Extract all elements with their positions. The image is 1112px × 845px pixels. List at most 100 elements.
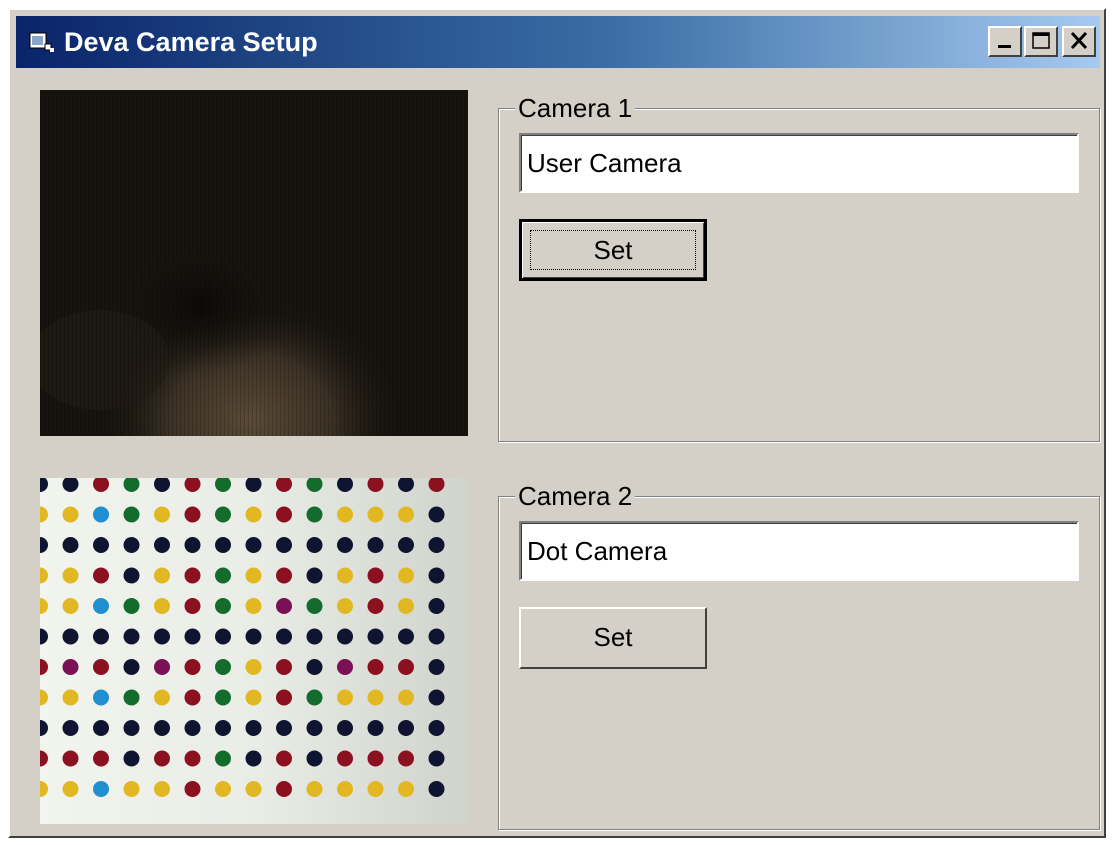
grid-dot — [276, 628, 292, 645]
grid-dot — [245, 781, 262, 797]
grid-dot — [184, 689, 201, 706]
grid-dot — [215, 720, 231, 736]
close-button[interactable] — [1062, 26, 1096, 57]
grid-dot — [337, 537, 353, 553]
grid-dot — [93, 659, 109, 675]
grid-dot — [184, 781, 201, 797]
grid-dot — [123, 628, 140, 645]
grid-dot — [215, 628, 231, 645]
grid-dot — [215, 506, 231, 523]
grid-dot — [62, 628, 79, 645]
grid-dot — [215, 598, 231, 614]
grid-dot — [215, 659, 231, 675]
grid-dot — [337, 720, 353, 736]
grid-dot — [398, 506, 414, 523]
camera-1-name-field[interactable] — [519, 133, 1079, 193]
grid-dot — [428, 659, 445, 675]
grid-dot — [428, 720, 445, 736]
grid-dot — [398, 689, 414, 706]
grid-dot — [398, 598, 414, 614]
grid-dot — [123, 720, 140, 736]
grid-dot — [306, 689, 323, 706]
grid-dot — [306, 506, 323, 523]
grid-dot — [398, 628, 414, 645]
grid-dot — [93, 781, 109, 797]
grid-dot — [428, 628, 445, 645]
grid-dot — [154, 628, 170, 645]
grid-dot — [245, 598, 262, 614]
grid-dot — [367, 628, 384, 645]
colored-dot-grid-frame — [40, 478, 468, 824]
grid-dot — [215, 537, 231, 553]
grid-dot — [306, 781, 323, 797]
grid-dot — [367, 567, 384, 584]
grid-dot — [398, 781, 414, 797]
grid-dot — [154, 689, 170, 706]
grid-dot — [337, 659, 353, 675]
grid-dot — [306, 628, 323, 645]
grid-dot — [123, 537, 140, 553]
grid-dot — [428, 750, 445, 767]
grid-dot — [154, 598, 170, 614]
grid-dot — [93, 689, 109, 706]
grid-dot — [123, 781, 140, 797]
grid-dot — [93, 750, 109, 767]
grid-dot — [123, 689, 140, 706]
grid-dot — [428, 781, 445, 797]
grid-dot — [337, 750, 353, 767]
grid-dot — [306, 750, 323, 767]
grid-dot — [154, 781, 170, 797]
camera-app-icon[interactable] — [28, 30, 56, 54]
grid-dot — [123, 659, 140, 675]
set-button-label: Set — [593, 235, 633, 265]
grid-dot — [123, 567, 140, 584]
grid-dot — [184, 506, 201, 523]
grid-dot — [245, 506, 262, 523]
grid-dot — [428, 598, 445, 614]
grid-dot — [245, 537, 262, 553]
grid-dot — [93, 720, 109, 736]
grid-dot — [306, 720, 323, 736]
camera-2-name-field[interactable] — [519, 521, 1079, 581]
grid-dot — [245, 628, 262, 645]
camera-1-set-button[interactable]: Set — [519, 219, 707, 281]
grid-dot — [154, 567, 170, 584]
grid-dot — [245, 750, 262, 767]
maximize-button[interactable] — [1024, 26, 1058, 57]
grid-dot — [62, 537, 79, 553]
grid-dot — [367, 689, 384, 706]
grid-dot — [367, 537, 384, 553]
camera-2-set-button[interactable]: Set — [519, 607, 707, 669]
camera-2-preview — [40, 478, 468, 824]
grid-dot — [428, 506, 445, 523]
grid-dot — [367, 659, 384, 675]
grid-dot — [276, 598, 292, 614]
grid-dot — [276, 659, 292, 675]
grid-dot — [93, 598, 109, 614]
grid-dot — [398, 659, 414, 675]
grid-dot — [398, 720, 414, 736]
grid-dot — [123, 506, 140, 523]
camera-2-group: Camera 2 Set — [498, 480, 1100, 830]
grid-dot — [306, 659, 323, 675]
grid-dot — [93, 628, 109, 645]
minimize-button[interactable] — [988, 26, 1022, 57]
camera-1-preview — [40, 90, 468, 436]
grid-dot — [306, 567, 323, 584]
grid-dot — [367, 781, 384, 797]
grid-dot — [123, 598, 140, 614]
grid-dot — [245, 567, 262, 584]
grid-dot — [276, 506, 292, 523]
grid-dot — [62, 567, 79, 584]
close-icon — [1070, 31, 1088, 50]
grid-dot — [337, 628, 353, 645]
camera-1-label: Camera 1 — [515, 92, 636, 124]
grid-dot — [62, 598, 79, 614]
grid-dot — [306, 537, 323, 553]
grid-dot — [337, 598, 353, 614]
grid-dot — [306, 598, 323, 614]
grid-dot — [337, 689, 353, 706]
title-bar[interactable]: Deva Camera Setup — [16, 16, 1100, 68]
grid-dot — [367, 750, 384, 767]
grid-dot — [367, 506, 384, 523]
